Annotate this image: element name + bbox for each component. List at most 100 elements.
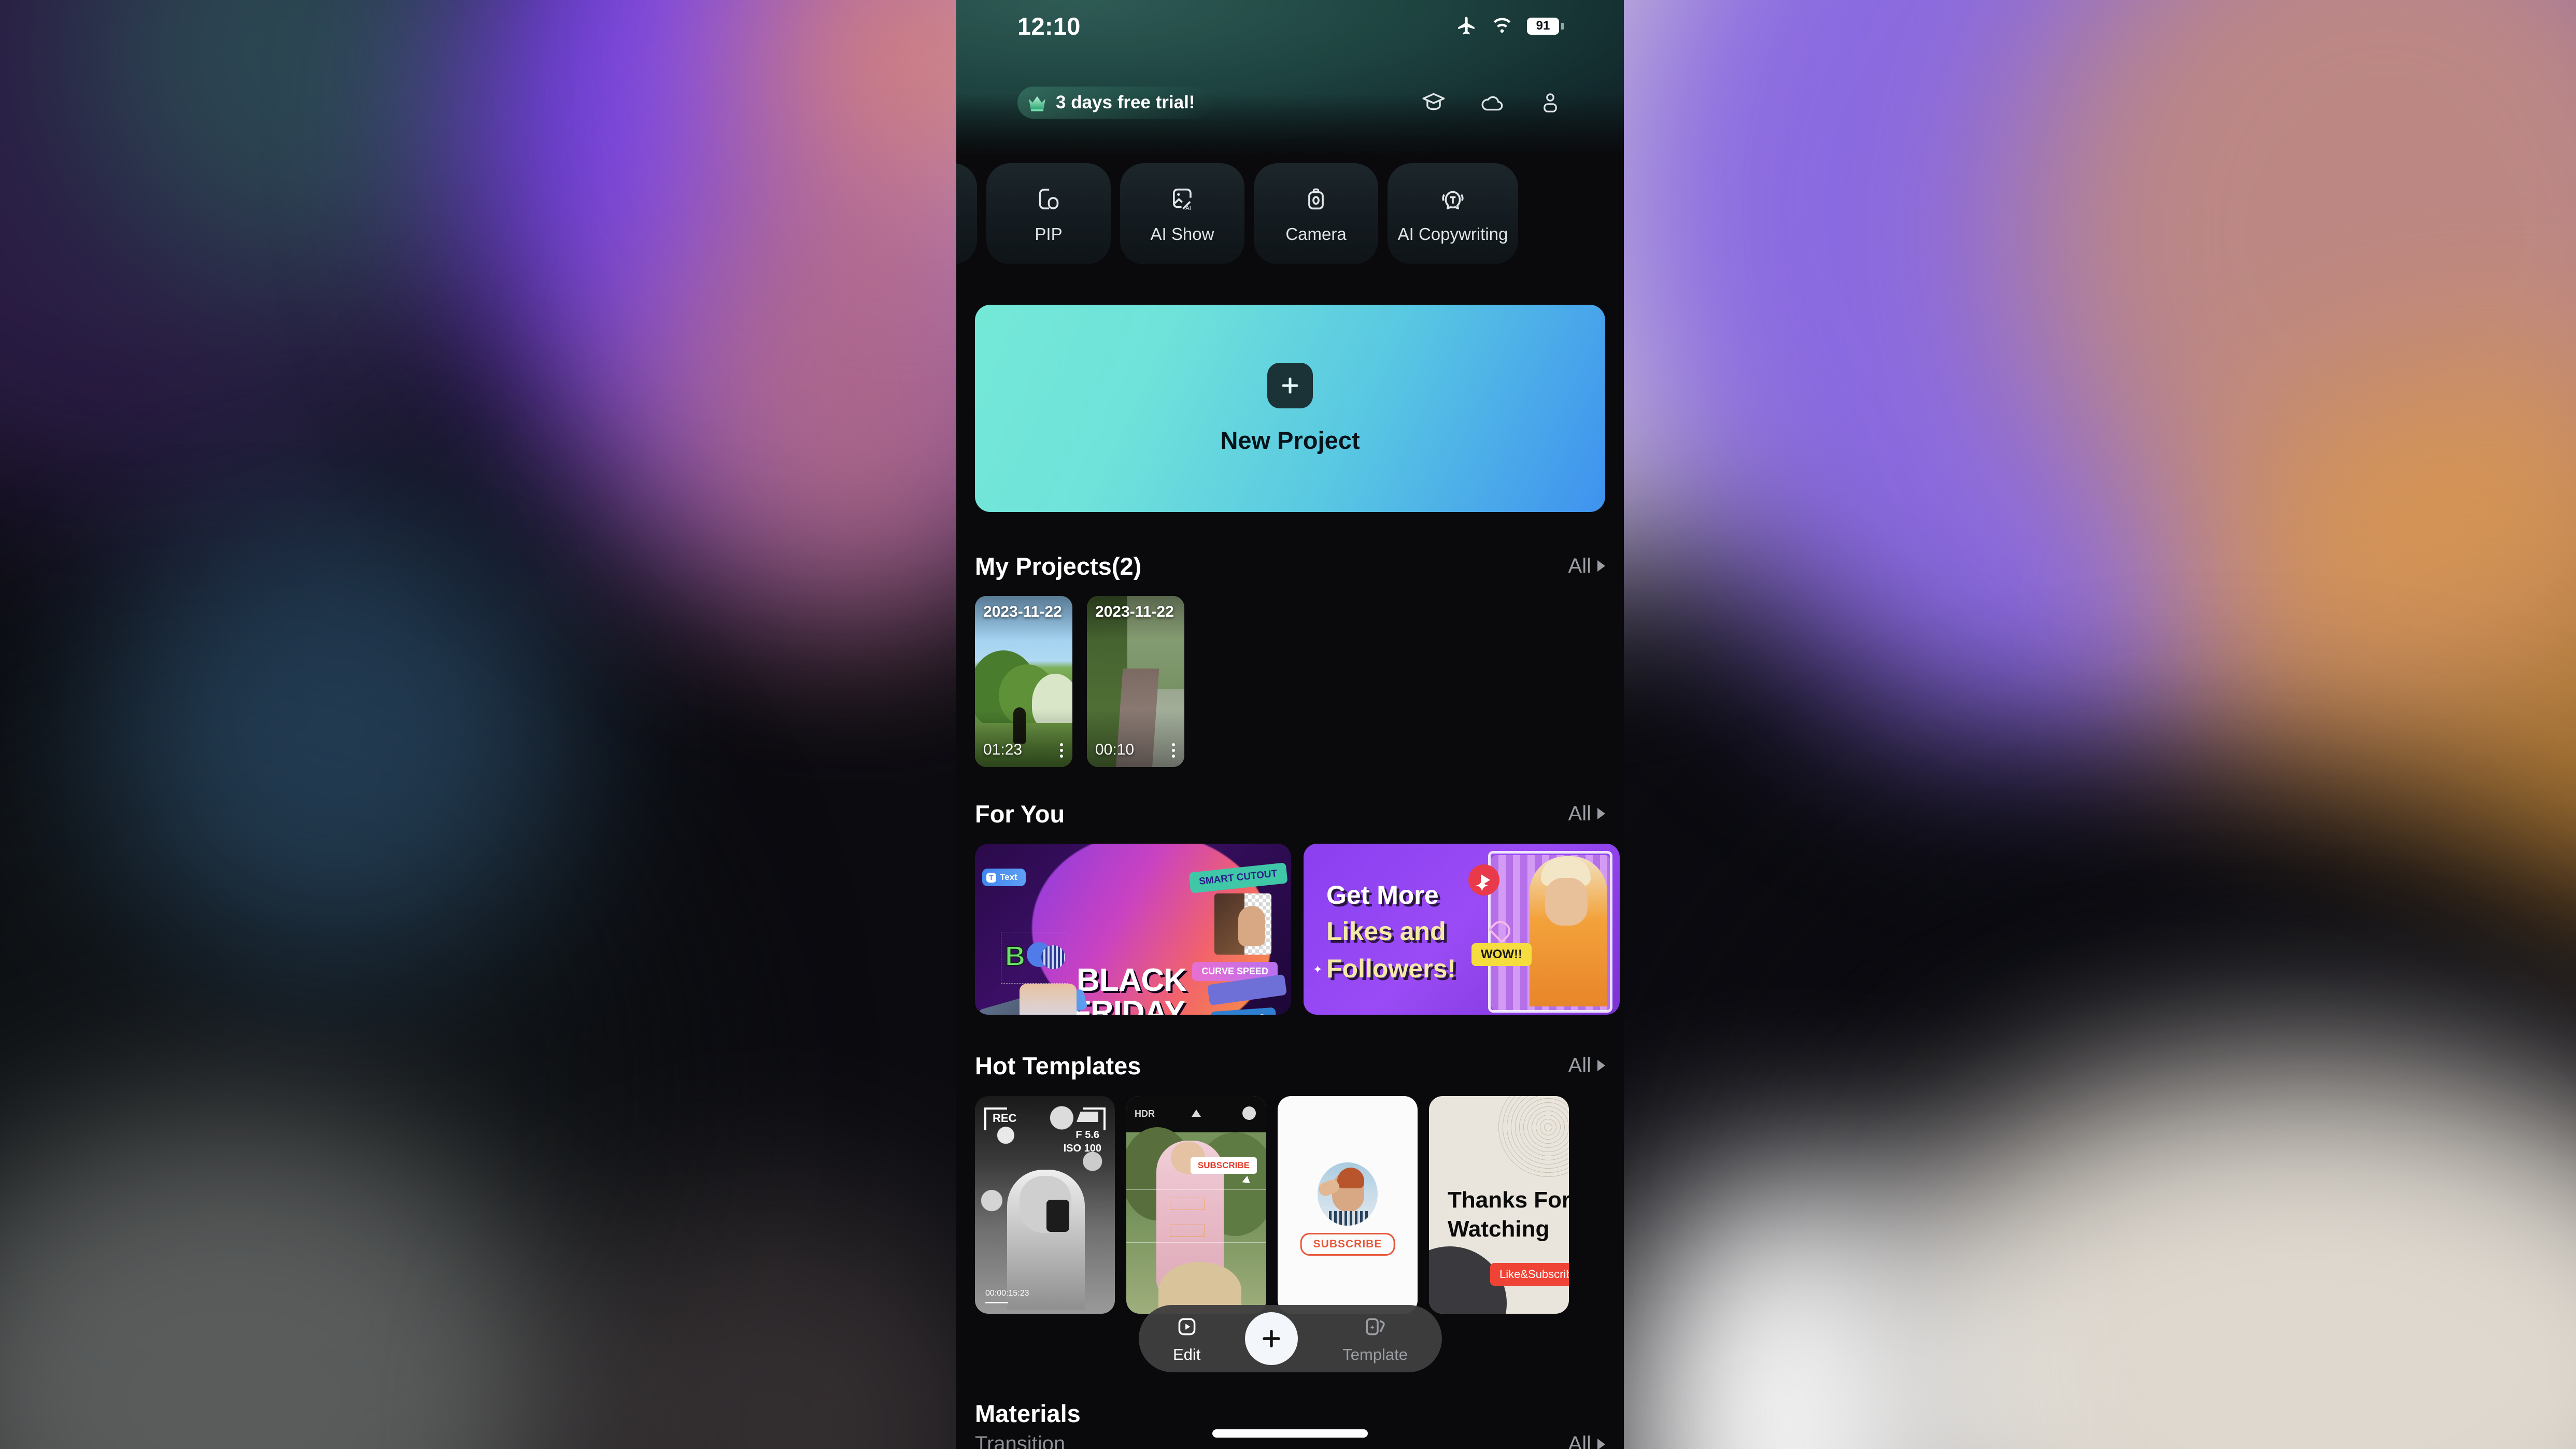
- template-iso: ISO 100: [1064, 1143, 1101, 1155]
- for-you-header: For You All: [975, 798, 1605, 829]
- battery-icon: 91: [1527, 18, 1564, 35]
- feature-label: Camera: [1285, 224, 1346, 244]
- new-project-card[interactable]: New Project: [975, 305, 1605, 512]
- feature-camera[interactable]: Camera: [1254, 163, 1378, 264]
- chevron-right-icon: [1597, 1060, 1605, 1071]
- materials-subtitle: Transition: [975, 1432, 1065, 1449]
- hot-templates-all-link[interactable]: All: [1568, 1054, 1605, 1077]
- more-vertical-icon[interactable]: [1172, 743, 1175, 758]
- tab-add[interactable]: [1245, 1312, 1298, 1365]
- wifi-icon: [1491, 15, 1513, 37]
- plus-icon: [1258, 1326, 1284, 1352]
- feature-label: AI Show: [1151, 224, 1214, 244]
- template-cards-icon: [1362, 1314, 1388, 1340]
- backdrop-blob: [104, 492, 570, 959]
- ai-show-icon: AI: [1167, 184, 1197, 214]
- template-subscribe-badge: SUBSCRIBE: [1300, 1233, 1395, 1256]
- template-subscribe-badge: SUBSCRIBE: [1191, 1157, 1257, 1174]
- airplane-mode-icon: [1455, 15, 1477, 37]
- chevron-right-icon: [1597, 560, 1605, 572]
- template-like-subscribe-button[interactable]: Like&Subscribe: [1490, 1263, 1569, 1286]
- likes-line-1: Get More: [1326, 880, 1439, 910]
- template-card[interactable]: Thanks For Watching Like&Subscribe: [1429, 1096, 1569, 1314]
- project-card[interactable]: 2023-11-22 01:23: [975, 596, 1072, 767]
- all-label: All: [1568, 555, 1591, 578]
- hot-templates-list: REC F 5.6 ISO 100 00:00:15:23 HDR SUBSCR…: [975, 1096, 1569, 1314]
- feature-partial-card[interactable]: [956, 163, 977, 264]
- crown-icon: [1026, 92, 1049, 113]
- feature-ai-show[interactable]: AI AI Show: [1120, 163, 1244, 264]
- my-projects-all-link[interactable]: All: [1568, 555, 1605, 578]
- template-card[interactable]: REC F 5.6 ISO 100 00:00:15:23: [975, 1096, 1115, 1314]
- svg-text:AI: AI: [1185, 205, 1191, 211]
- all-label: All: [1568, 1054, 1591, 1077]
- sparkle-icon: ✦: [1475, 876, 1490, 897]
- video-play-icon: [1174, 1314, 1200, 1340]
- tab-label: Template: [1342, 1345, 1408, 1364]
- phone-screen: 12:10 91 3 days free trial! PIP AI AI Sh…: [956, 0, 1624, 1449]
- template-card[interactable]: SUBSCRIBE: [1278, 1096, 1418, 1314]
- likes-line-2: Likes and: [1326, 916, 1446, 946]
- template-rec-label: REC: [993, 1112, 1016, 1125]
- projects-list: 2023-11-22 01:23 2023-11-22 00:10: [975, 596, 1184, 767]
- tag-label: AI MUSIC: [1221, 1013, 1266, 1015]
- project-duration: 01:23: [983, 741, 1022, 759]
- materials-all-link[interactable]: All: [1568, 1432, 1605, 1449]
- tag-label: SMART CUTOUT: [1199, 868, 1278, 887]
- template-timecode: 00:00:15:23: [985, 1289, 1029, 1298]
- chevron-up-icon: [1192, 1110, 1201, 1117]
- chevron-right-icon: [1597, 808, 1605, 819]
- tab-label: Edit: [1173, 1345, 1200, 1364]
- all-label: All: [1568, 1432, 1591, 1449]
- my-projects-header: My Projects(2) All: [975, 550, 1605, 581]
- section-title: Materials: [975, 1400, 1081, 1427]
- for-you-card-black-friday[interactable]: T Text B BLACK FRIDAY UP TO 80% OFF 80%: [975, 844, 1291, 1015]
- tab-edit[interactable]: Edit: [1173, 1314, 1200, 1364]
- tag-label: Text: [1000, 872, 1017, 883]
- more-vertical-icon[interactable]: [1060, 743, 1063, 758]
- status-clock: 12:10: [1017, 12, 1081, 40]
- bf-headline-2: FRIDAY: [1071, 995, 1185, 1015]
- feature-shortcut-row: PIP AI AI Show Camera AI Copywriting: [956, 163, 1624, 264]
- tab-template[interactable]: Template: [1342, 1314, 1408, 1364]
- template-headline-2: Watching: [1448, 1216, 1549, 1242]
- camera-icon: [1301, 184, 1331, 214]
- for-you-list: T Text B BLACK FRIDAY UP TO 80% OFF 80%: [975, 844, 1620, 1015]
- header-trial-row: 3 days free trial!: [956, 79, 1624, 126]
- sparkle-icon: ✦: [1313, 963, 1322, 976]
- project-duration: 00:10: [1095, 741, 1134, 759]
- home-indicator[interactable]: [1212, 1429, 1368, 1438]
- feature-label: PIP: [1035, 224, 1062, 244]
- project-date: 2023-11-22: [1095, 603, 1174, 621]
- free-trial-label: 3 days free trial!: [1056, 92, 1195, 113]
- free-trial-badge[interactable]: 3 days free trial!: [1017, 87, 1210, 119]
- hot-templates-header: Hot Templates All: [975, 1050, 1605, 1081]
- section-title: For You: [975, 800, 1065, 828]
- feature-ai-copywriting[interactable]: AI Copywriting: [1388, 163, 1518, 264]
- chevron-right-icon: [1597, 1439, 1605, 1449]
- status-bar: 12:10 91: [956, 0, 1624, 52]
- cloud-icon[interactable]: [1479, 90, 1506, 116]
- tag-label: CURVE SPEED: [1201, 966, 1268, 976]
- bf-headline-1: BLACK: [1077, 962, 1186, 998]
- template-aperture: F 5.6: [1075, 1129, 1099, 1141]
- person-icon[interactable]: [1538, 90, 1563, 116]
- all-label: All: [1568, 802, 1591, 826]
- project-date: 2023-11-22: [983, 603, 1062, 621]
- graduation-cap-icon[interactable]: [1421, 90, 1447, 116]
- page-title: My Projects(2): [975, 552, 1141, 580]
- template-card[interactable]: HDR SUBSCRIBE: [1126, 1096, 1266, 1314]
- feature-pip[interactable]: PIP: [986, 163, 1111, 264]
- plus-icon: [1267, 363, 1313, 408]
- template-headline-1: Thanks For: [1448, 1187, 1569, 1213]
- pip-icon: [1034, 184, 1064, 214]
- ai-copywriting-icon: [1438, 184, 1468, 214]
- project-card[interactable]: 2023-11-22 00:10: [1087, 596, 1184, 767]
- feature-label: AI Copywriting: [1398, 224, 1508, 244]
- for-you-all-link[interactable]: All: [1568, 802, 1605, 826]
- header-actions: [1421, 90, 1563, 116]
- materials-header: Materials: [975, 1399, 1081, 1428]
- template-hdr-label: HDR: [1135, 1109, 1155, 1119]
- status-icons: 91: [1455, 15, 1564, 37]
- for-you-card-get-more-likes[interactable]: WOW!! Get More Likes and Followers! ✦ ✦: [1304, 844, 1620, 1015]
